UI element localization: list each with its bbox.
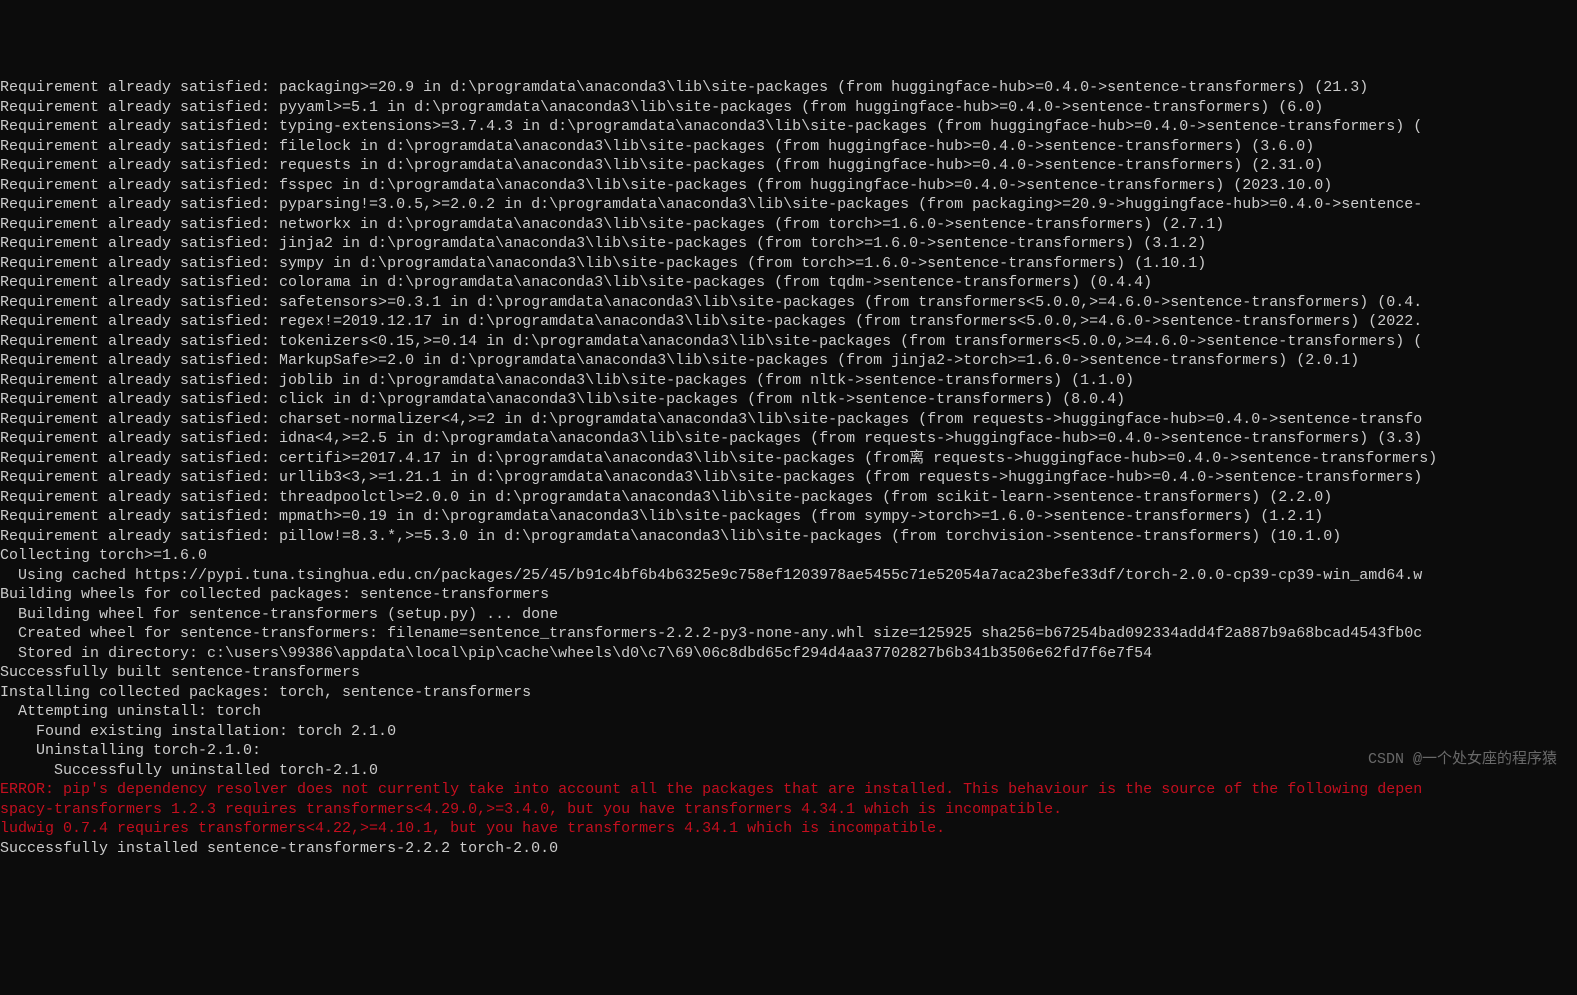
terminal-line: Stored in directory: c:\users\99386\appd… bbox=[0, 644, 1577, 664]
terminal-line: Requirement already satisfied: urllib3<3… bbox=[0, 468, 1577, 488]
terminal-line: Attempting uninstall: torch bbox=[0, 702, 1577, 722]
terminal-line: Requirement already satisfied: threadpoo… bbox=[0, 488, 1577, 508]
terminal-line: Successfully built sentence-transformers bbox=[0, 663, 1577, 683]
terminal-line: spacy-transformers 1.2.3 requires transf… bbox=[0, 800, 1577, 820]
terminal-line: Requirement already satisfied: fsspec in… bbox=[0, 176, 1577, 196]
terminal-line: Requirement already satisfied: tokenizer… bbox=[0, 332, 1577, 352]
terminal-line: Found existing installation: torch 2.1.0 bbox=[0, 722, 1577, 742]
terminal-line: Requirement already satisfied: pillow!=8… bbox=[0, 527, 1577, 547]
terminal-line: Successfully uninstalled torch-2.1.0 bbox=[0, 761, 1577, 781]
terminal-line: Requirement already satisfied: sympy in … bbox=[0, 254, 1577, 274]
terminal-line: Using cached https://pypi.tuna.tsinghua.… bbox=[0, 566, 1577, 586]
terminal-line: Requirement already satisfied: jinja2 in… bbox=[0, 234, 1577, 254]
terminal-line: Requirement already satisfied: MarkupSaf… bbox=[0, 351, 1577, 371]
watermark-text: CSDN @一个处女座的程序猿 bbox=[1368, 750, 1557, 770]
terminal-line: Requirement already satisfied: networkx … bbox=[0, 215, 1577, 235]
terminal-line: Requirement already satisfied: regex!=20… bbox=[0, 312, 1577, 332]
terminal-line: Requirement already satisfied: joblib in… bbox=[0, 371, 1577, 391]
terminal-line: Collecting torch>=1.6.0 bbox=[0, 546, 1577, 566]
terminal-line: Requirement already satisfied: mpmath>=0… bbox=[0, 507, 1577, 527]
terminal-output[interactable]: Requirement already satisfied: packaging… bbox=[0, 78, 1577, 858]
terminal-line: Uninstalling torch-2.1.0: bbox=[0, 741, 1577, 761]
terminal-line: Requirement already satisfied: certifi>=… bbox=[0, 449, 1577, 469]
terminal-line: ludwig 0.7.4 requires transformers<4.22,… bbox=[0, 819, 1577, 839]
terminal-line: Requirement already satisfied: click in … bbox=[0, 390, 1577, 410]
terminal-line: Requirement already satisfied: filelock … bbox=[0, 137, 1577, 157]
terminal-line: Installing collected packages: torch, se… bbox=[0, 683, 1577, 703]
terminal-line: Successfully installed sentence-transfor… bbox=[0, 839, 1577, 859]
terminal-line: Requirement already satisfied: pyparsing… bbox=[0, 195, 1577, 215]
terminal-line: Building wheels for collected packages: … bbox=[0, 585, 1577, 605]
terminal-line: ERROR: pip's dependency resolver does no… bbox=[0, 780, 1577, 800]
terminal-line: Created wheel for sentence-transformers:… bbox=[0, 624, 1577, 644]
terminal-line: Requirement already satisfied: colorama … bbox=[0, 273, 1577, 293]
terminal-line: Requirement already satisfied: safetenso… bbox=[0, 293, 1577, 313]
terminal-line: Requirement already satisfied: idna<4,>=… bbox=[0, 429, 1577, 449]
terminal-line: Requirement already satisfied: pyyaml>=5… bbox=[0, 98, 1577, 118]
terminal-line: Requirement already satisfied: typing-ex… bbox=[0, 117, 1577, 137]
terminal-line: Building wheel for sentence-transformers… bbox=[0, 605, 1577, 625]
terminal-line: Requirement already satisfied: requests … bbox=[0, 156, 1577, 176]
terminal-line: Requirement already satisfied: packaging… bbox=[0, 78, 1577, 98]
terminal-line: Requirement already satisfied: charset-n… bbox=[0, 410, 1577, 430]
